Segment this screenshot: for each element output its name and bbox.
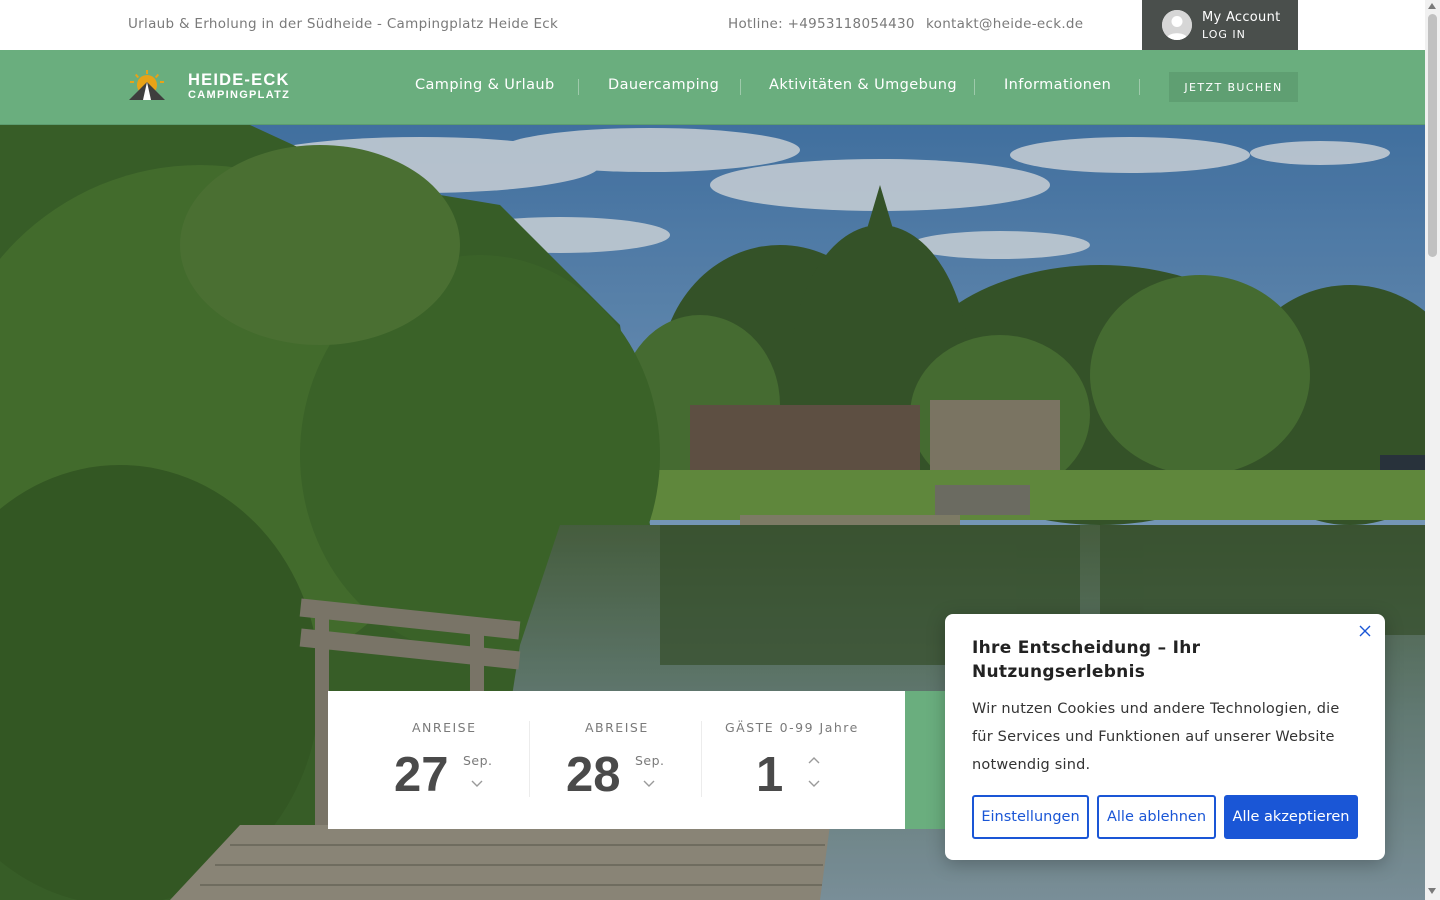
departure-field[interactable]: ABREISE 28 Sep. (530, 691, 700, 829)
chevron-down-icon[interactable] (808, 777, 820, 789)
scrollbar-thumb[interactable] (1428, 14, 1437, 257)
my-account-button[interactable]: My Account LOG IN (1142, 0, 1298, 50)
account-title: My Account (1202, 10, 1281, 25)
cookie-title: Ihre Entscheidung – Ihr Nutzungserlebnis (972, 638, 1201, 682)
logo-line2: CAMPINGPLATZ (188, 89, 291, 101)
logo-tent-icon (129, 70, 165, 100)
departure-month: Sep. (635, 753, 665, 768)
departure-day: 28 (566, 748, 621, 802)
page-scrollbar[interactable] (1425, 0, 1440, 900)
site-logo[interactable]: HEIDE-ECK CAMPINGPLATZ (128, 70, 298, 104)
scroll-down-arrow-icon[interactable] (1428, 888, 1436, 894)
nav-separator (974, 79, 975, 95)
scroll-up-arrow-icon[interactable] (1428, 3, 1436, 9)
chevron-up-icon[interactable] (808, 755, 820, 767)
main-navigation: HEIDE-ECK CAMPINGPLATZ Camping & Urlaub … (0, 50, 1425, 125)
nav-separator (1139, 79, 1140, 95)
top-bar: Urlaub & Erholung in der Südheide - Camp… (0, 0, 1425, 50)
cookie-reject-all-button[interactable]: Alle ablehnen (1097, 795, 1216, 839)
arrival-label: ANREISE (412, 720, 477, 735)
chevron-down-icon[interactable] (471, 777, 483, 789)
guests-label: GÄSTE 0-99 Jahre (725, 720, 859, 735)
user-avatar-icon (1162, 10, 1192, 40)
hotline-link[interactable]: Hotline: +4953118054430 (728, 16, 915, 32)
chevron-down-icon[interactable] (643, 777, 655, 789)
account-login-label: LOG IN (1202, 28, 1246, 41)
cookie-consent-dialog: Ihre Entscheidung – Ihr Nutzungserlebnis… (945, 614, 1385, 860)
nav-camping-urlaub[interactable]: Camping & Urlaub (415, 77, 555, 93)
booking-widget: ANREISE 27 Sep. ABREISE 28 Sep. GÄSTE 0-… (328, 691, 905, 829)
departure-label: ABREISE (585, 720, 649, 735)
arrival-month: Sep. (463, 753, 493, 768)
email-link[interactable]: kontakt@heide-eck.de (926, 16, 1083, 32)
cookie-text: Wir nutzen Cookies und andere Technologi… (972, 701, 1340, 773)
book-now-button[interactable]: JETZT BUCHEN (1169, 72, 1298, 102)
nav-separator (578, 79, 579, 95)
arrival-field[interactable]: ANREISE 27 Sep. (328, 691, 528, 829)
cookie-settings-button[interactable]: Einstellungen (972, 795, 1089, 839)
guests-field[interactable]: GÄSTE 0-99 Jahre 1 (702, 691, 905, 829)
guests-count: 1 (756, 748, 784, 802)
cookie-accept-all-button[interactable]: Alle akzeptieren (1224, 795, 1358, 839)
nav-aktivitaeten[interactable]: Aktivitäten & Umgebung (769, 77, 957, 93)
logo-line1: HEIDE-ECK (188, 71, 290, 89)
booking-search-button[interactable] (905, 691, 945, 829)
nav-dauercamping[interactable]: Dauercamping (608, 77, 719, 93)
close-icon[interactable] (1358, 624, 1372, 638)
arrival-day: 27 (394, 748, 449, 802)
nav-informationen[interactable]: Informationen (1004, 77, 1111, 93)
nav-separator (740, 79, 741, 95)
site-tagline: Urlaub & Erholung in der Südheide - Camp… (128, 16, 559, 32)
